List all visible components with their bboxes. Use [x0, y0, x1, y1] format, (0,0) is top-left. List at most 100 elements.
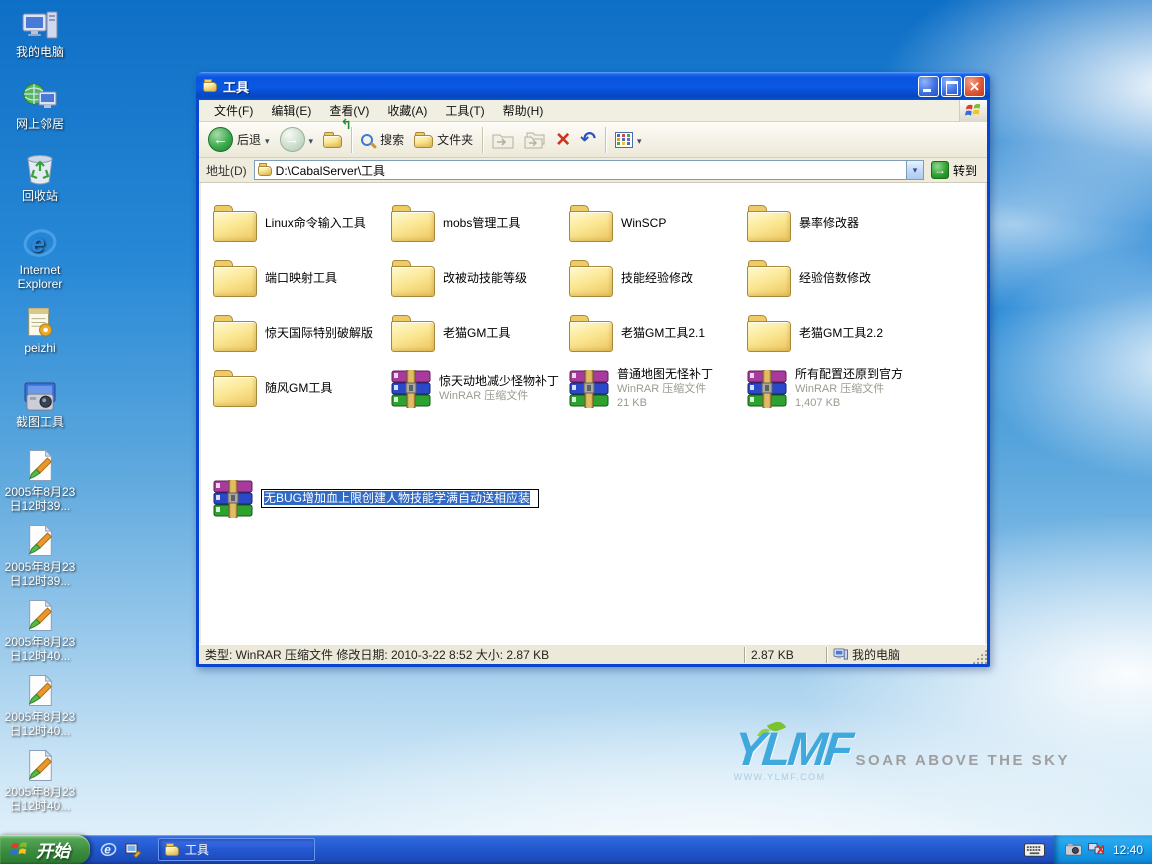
undo-icon [580, 130, 596, 149]
address-bar: 地址(D) D:\CabalServer\工具 转到 [199, 158, 987, 183]
desktop-icon-screenshot-tool[interactable]: 截图工具 [3, 376, 77, 429]
folder-icon [213, 266, 257, 297]
maximize-button[interactable] [941, 76, 962, 97]
desktop-icon-my-computer[interactable]: 我的电脑 [3, 6, 77, 59]
folders-label: 文件夹 [437, 131, 473, 148]
back-button[interactable]: 后退 [203, 124, 275, 156]
menu-file[interactable]: 文件(F) [205, 100, 262, 121]
address-dropdown-button[interactable] [906, 161, 923, 179]
taskbar: 开始 e 工具 12:40 [0, 835, 1152, 864]
network-status-icon[interactable] [1088, 843, 1105, 856]
svg-text:e: e [31, 230, 45, 258]
file-tile[interactable]: 惊天国际特别破解版 [213, 306, 391, 361]
file-tile[interactable]: 技能经验修改 [569, 251, 747, 306]
file-tile[interactable]: 惊天动地减少怪物补丁WinRAR 压缩文件 [391, 361, 569, 416]
folder-icon [569, 211, 613, 242]
desktop-icon-label: 2005年8月23日12时40... [3, 710, 77, 738]
forward-button[interactable] [275, 124, 319, 156]
menu-favorites[interactable]: 收藏(A) [378, 100, 436, 121]
rename-input[interactable]: 无BUG增加血上限创建人物技能学满自动送相应装 [261, 489, 539, 508]
folder-icon [569, 266, 613, 297]
views-icon [615, 132, 633, 148]
back-label: 后退 [237, 131, 261, 148]
desktop-icon-paint-file-4[interactable]: 2005年8月23日12时40... [3, 671, 77, 738]
start-label: 开始 [36, 837, 70, 862]
folder-icon [569, 321, 613, 352]
desktop-icon-internet-explorer[interactable]: e Internet Explorer [3, 224, 77, 291]
taskbar-button-tools[interactable]: 工具 [158, 838, 315, 861]
folder-icon [747, 211, 791, 242]
desktop-icon-peizhi[interactable]: peizhi [3, 302, 77, 355]
desktop-icon-network-places[interactable]: 网上邻居 [3, 78, 77, 131]
internet-explorer-quicklaunch-icon[interactable]: e [100, 841, 117, 858]
paint-file-icon [3, 446, 77, 482]
paint-file-icon [3, 596, 77, 632]
file-tile[interactable]: 经验倍数修改 [747, 251, 925, 306]
desktop-icon-recycle-bin[interactable]: 回收站 [3, 150, 77, 203]
folder-icon [391, 266, 435, 297]
show-desktop-icon[interactable] [125, 842, 141, 858]
move-to-button[interactable] [487, 124, 519, 156]
paint-file-icon [3, 521, 77, 557]
keyboard-icon [1024, 843, 1045, 857]
desktop-icon-label: 2005年8月23日12时39... [3, 485, 77, 513]
copy-to-icon [524, 131, 546, 149]
file-tile[interactable]: 老猫GM工具2.2 [747, 306, 925, 361]
go-button[interactable]: 转到 [924, 161, 984, 179]
title-bar[interactable]: 工具 [196, 72, 990, 100]
copy-to-button[interactable] [519, 124, 551, 156]
menu-edit[interactable]: 编辑(E) [262, 100, 320, 121]
menu-help[interactable]: 帮助(H) [494, 100, 553, 121]
chevron-down-icon [637, 133, 642, 147]
file-tile[interactable]: 端口映射工具 [213, 251, 391, 306]
paint-file-icon [3, 671, 77, 707]
file-tile[interactable]: 老猫GM工具2.1 [569, 306, 747, 361]
taskbar-folder-icon [165, 846, 179, 856]
resize-grip[interactable] [972, 649, 987, 664]
file-tile[interactable]: 改被动技能等级 [391, 251, 569, 306]
address-input[interactable]: D:\CabalServer\工具 [254, 160, 924, 180]
status-details: 类型: WinRAR 压缩文件 修改日期: 2010-3-22 8:52 大小:… [199, 647, 744, 663]
tray-camera-icon[interactable] [1065, 843, 1082, 856]
minimize-button[interactable] [918, 76, 939, 97]
svg-text:e: e [104, 843, 111, 857]
delete-button[interactable] [551, 124, 575, 156]
file-tile[interactable]: 随风GM工具 [213, 361, 391, 416]
desktop-icon-paint-file-3[interactable]: 2005年8月23日12时40... [3, 596, 77, 663]
search-button[interactable]: 搜索 [356, 124, 409, 156]
folder-icon [747, 266, 791, 297]
folder-icon [391, 211, 435, 242]
file-tile[interactable]: 老猫GM工具 [391, 306, 569, 361]
desktop-icon-label: 回收站 [3, 189, 77, 203]
desktop-icon-paint-file-1[interactable]: 2005年8月23日12时39... [3, 446, 77, 513]
folders-button[interactable]: 文件夹 [409, 124, 478, 156]
up-button[interactable]: ↰ [318, 124, 347, 156]
file-tile[interactable]: Linux命令输入工具 [213, 196, 391, 251]
views-button[interactable] [610, 124, 647, 156]
file-tile[interactable]: mobs管理工具 [391, 196, 569, 251]
internet-explorer-icon: e [3, 224, 77, 260]
file-tile-selected[interactable]: 无BUG增加血上限创建人物技能学满自动送相应装 [213, 471, 569, 526]
address-label: 地址(D) [202, 162, 254, 179]
file-tile[interactable]: WinSCP [569, 196, 747, 251]
undo-button[interactable] [575, 124, 601, 156]
move-to-icon [492, 131, 514, 149]
quick-launch: e [90, 841, 149, 858]
go-label: 转到 [953, 162, 977, 179]
address-folder-icon [258, 166, 272, 176]
my-computer-small-icon [833, 648, 848, 661]
start-button[interactable]: 开始 [0, 835, 90, 864]
folder-icon [213, 211, 257, 242]
desktop-icon-paint-file-2[interactable]: 2005年8月23日12时39... [3, 521, 77, 588]
close-button[interactable] [964, 76, 985, 97]
file-tile[interactable]: 普通地图无怪补丁WinRAR 压缩文件21 KB [569, 361, 747, 416]
desktop-icon-paint-file-5[interactable]: 2005年8月23日12时40... [3, 746, 77, 813]
desktop-icon-label: 截图工具 [3, 415, 77, 429]
folders-icon [414, 135, 433, 148]
menu-tools[interactable]: 工具(T) [436, 100, 493, 121]
winrar-archive-icon [747, 370, 787, 408]
folder-icon [747, 321, 791, 352]
file-tile[interactable]: 所有配置还原到官方WinRAR 压缩文件1,407 KB [747, 361, 925, 416]
file-tile[interactable]: 暴率修改器 [747, 196, 925, 251]
input-method-indicator[interactable] [1024, 843, 1045, 857]
